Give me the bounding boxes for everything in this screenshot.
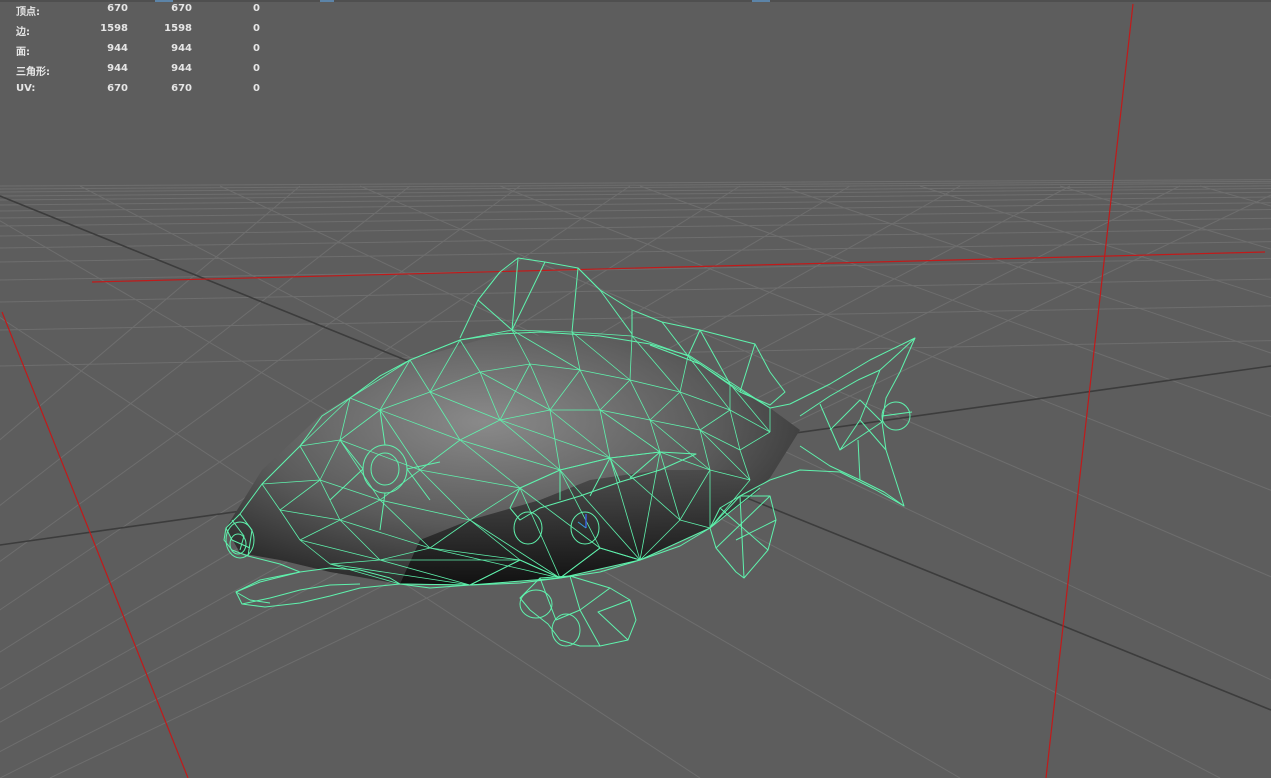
grid-line [0, 305, 1271, 331]
hud-label: 面: [16, 47, 30, 58]
hud-value-component: 0 [253, 63, 260, 74]
poly-count-hud: 顶点: 670 670 0 边: 1598 1598 0 面: 944 944 … [0, 0, 270, 100]
hud-value-selected: 670 [171, 83, 192, 94]
hud-label: UV: [16, 83, 36, 94]
hud-label: 边: [16, 27, 30, 38]
hud-label: 顶点: [16, 7, 40, 18]
strip-tab-marker [320, 0, 334, 2]
hud-value-component: 0 [253, 23, 260, 34]
hud-label: 三角形: [16, 67, 50, 78]
hud-value-object: 944 [107, 63, 128, 74]
hud-row-uvs: UV: 670 670 0 [0, 83, 270, 97]
grid-line [0, 217, 1271, 237]
hud-value-selected: 944 [171, 63, 192, 74]
hud-value-component: 0 [253, 83, 260, 94]
scene-canvas[interactable] [0, 0, 1271, 778]
hud-value-object: 944 [107, 43, 128, 54]
vertical-axis-line-left [1, 311, 189, 778]
anal-fin [709, 495, 777, 579]
grid-line [779, 185, 1271, 354]
hud-row-faces: 面: 944 944 0 [0, 43, 270, 58]
vertical-axis-line-right [1045, 3, 1134, 778]
hud-value-object: 1598 [100, 23, 128, 34]
hud-row-edges: 边: 1598 1598 0 [0, 23, 270, 38]
hud-row-triangles: 三角形: 944 944 0 [0, 63, 270, 78]
3d-viewport[interactable] [0, 0, 1271, 778]
hud-value-selected: 944 [171, 43, 192, 54]
hud-row-vertices: 顶点: 670 670 0 [0, 3, 270, 18]
grid-line [1059, 185, 1271, 250]
grid-line [0, 278, 1271, 303]
hud-value-object: 670 [107, 83, 128, 94]
grid-line [1199, 185, 1271, 207]
grid-line [0, 202, 1271, 219]
hud-value-component: 0 [253, 43, 260, 54]
hud-value-selected: 670 [171, 3, 192, 14]
hud-value-selected: 1598 [164, 23, 192, 34]
hud-value-object: 670 [107, 3, 128, 14]
strip-tab-marker [752, 0, 770, 2]
pelvic-fin [519, 575, 637, 647]
grid-line [0, 208, 1271, 227]
grid-line [0, 257, 1271, 281]
hud-value-component: 0 [253, 3, 260, 14]
fish-wireframe-mesh[interactable] [223, 257, 916, 647]
